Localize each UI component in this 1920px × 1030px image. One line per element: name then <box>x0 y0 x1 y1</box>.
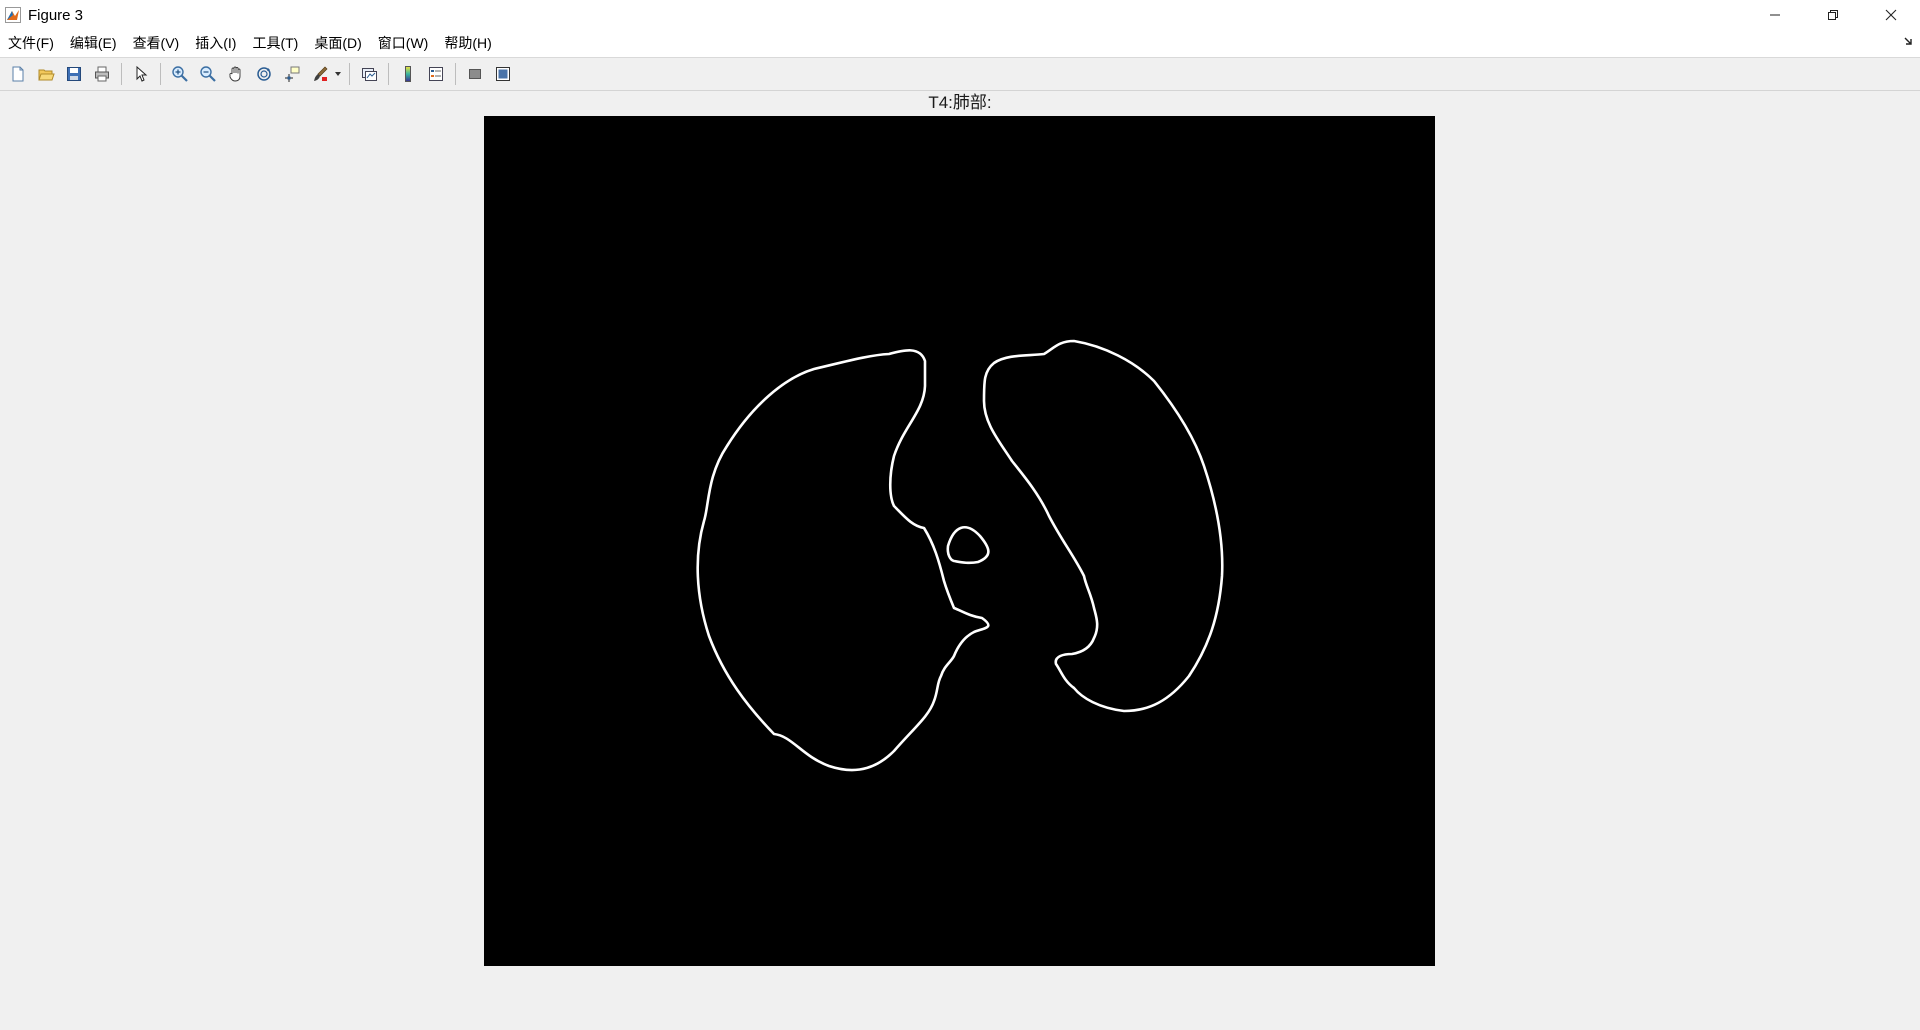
menu-tools[interactable]: 工具(T) <box>244 30 306 57</box>
menubar: 文件(F) 编辑(E) 查看(V) 插入(I) 工具(T) 桌面(D) 窗口(W… <box>0 30 1920 58</box>
toolbar-separator <box>160 63 161 85</box>
window-titlebar: Figure 3 <box>0 0 1920 30</box>
toolbar-separator <box>388 63 389 85</box>
hide-plot-tools-button[interactable] <box>462 61 488 87</box>
data-cursor-button[interactable] <box>279 61 305 87</box>
select-arrow-icon <box>136 65 148 82</box>
data-cursor-icon <box>285 66 300 82</box>
minimize-icon <box>1770 14 1780 16</box>
colorbar-button[interactable] <box>395 61 421 87</box>
brush-icon <box>314 66 328 81</box>
new-figure-icon <box>12 66 24 82</box>
new-figure-button[interactable] <box>5 61 31 87</box>
link-plot-icon <box>362 68 377 81</box>
lung-contour-image <box>484 116 1435 966</box>
image-axes[interactable] <box>484 116 1435 966</box>
select-button[interactable] <box>128 61 154 87</box>
figure-canvas[interactable]: T4:肺部: <box>0 91 1920 1030</box>
save-icon <box>67 67 81 81</box>
axes-title: T4:肺部: <box>928 93 992 112</box>
window-controls <box>1746 0 1920 30</box>
link-plot-button[interactable] <box>356 61 382 87</box>
print-icon <box>95 66 109 82</box>
undock-arrow-icon[interactable] <box>1904 36 1914 49</box>
toolbar-separator <box>349 63 350 85</box>
menu-edit[interactable]: 编辑(E) <box>62 30 125 57</box>
menu-view[interactable]: 查看(V) <box>125 30 188 57</box>
open-file-icon <box>38 69 55 81</box>
rotate-3d-icon <box>257 67 271 81</box>
zoom-in-icon <box>172 66 188 82</box>
zoom-out-icon <box>200 66 216 82</box>
open-file-button[interactable] <box>33 61 59 87</box>
toolbar-separator <box>455 63 456 85</box>
restore-icon <box>1828 10 1838 20</box>
colorbar-icon <box>405 66 411 82</box>
menu-desktop[interactable]: 桌面(D) <box>306 30 369 57</box>
print-button[interactable] <box>89 61 115 87</box>
figure-toolbar <box>0 58 1920 91</box>
restore-button[interactable] <box>1804 0 1862 30</box>
show-plot-tools-button[interactable] <box>490 61 516 87</box>
pan-button[interactable] <box>223 61 249 87</box>
menu-file[interactable]: 文件(F) <box>0 30 62 57</box>
chevron-down-icon <box>335 72 341 76</box>
zoom-in-button[interactable] <box>167 61 193 87</box>
legend-button[interactable] <box>423 61 449 87</box>
window-title: Figure 3 <box>28 6 84 24</box>
matlab-app-icon[interactable] <box>4 6 22 24</box>
close-button[interactable] <box>1862 0 1920 30</box>
zoom-out-button[interactable] <box>195 61 221 87</box>
minimize-button[interactable] <box>1746 0 1804 30</box>
close-icon <box>1885 9 1897 21</box>
brush-dropdown-arrow[interactable] <box>334 61 342 87</box>
brush-button[interactable] <box>307 61 333 87</box>
hide-plot-tools-icon <box>469 69 481 79</box>
menu-insert[interactable]: 插入(I) <box>187 30 244 57</box>
menu-help[interactable]: 帮助(H) <box>436 30 499 57</box>
rotate-3d-button[interactable] <box>251 61 277 87</box>
legend-icon <box>429 67 443 81</box>
save-button[interactable] <box>61 61 87 87</box>
toolbar-separator <box>121 63 122 85</box>
pan-hand-icon <box>229 66 241 82</box>
show-plot-tools-icon <box>496 67 510 81</box>
menu-window[interactable]: 窗口(W) <box>370 30 437 57</box>
